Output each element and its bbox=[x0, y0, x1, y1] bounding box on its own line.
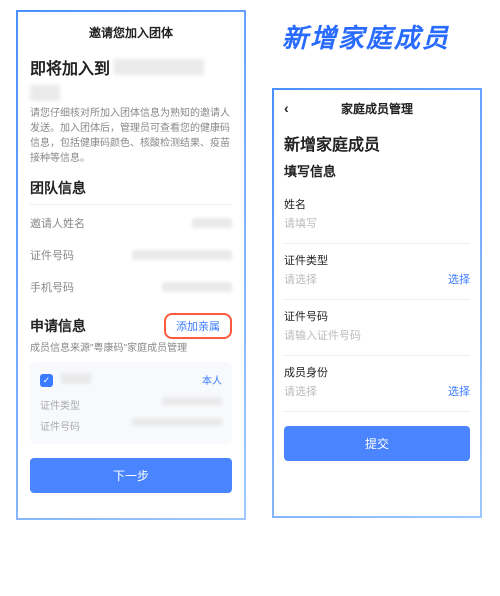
member-name-wrap: ✓ bbox=[40, 370, 91, 388]
member-idtype-blurred bbox=[162, 397, 222, 405]
role-field[interactable]: 成员身份 请选择 选择 bbox=[284, 358, 470, 409]
divider bbox=[284, 355, 470, 356]
join-prefix: 即将加入到 bbox=[30, 55, 110, 79]
team-section-title: 团队信息 bbox=[30, 178, 232, 198]
divider bbox=[284, 299, 470, 300]
member-card[interactable]: ✓ 本人 证件类型 证件号码 bbox=[30, 362, 232, 444]
role-placeholder: 请选择 bbox=[284, 383, 470, 399]
join-target-blurred-2 bbox=[30, 85, 60, 101]
join-target-blurred bbox=[114, 59, 204, 75]
idnum-form-label: 证件号码 bbox=[284, 308, 470, 324]
member-idnum-row: 证件号码 bbox=[40, 415, 222, 436]
member-idnum-label: 证件号码 bbox=[40, 418, 80, 433]
divider bbox=[284, 411, 470, 412]
member-idtype-row: 证件类型 bbox=[40, 394, 222, 415]
idnum-placeholder: 请输入证件号码 bbox=[284, 327, 470, 343]
idtype-select-button[interactable]: 选择 bbox=[448, 271, 470, 287]
phone-value-blurred bbox=[162, 282, 232, 292]
apply-section-title: 申请信息 bbox=[30, 316, 86, 336]
member-name-blurred bbox=[61, 373, 91, 384]
join-heading-line2 bbox=[30, 83, 232, 106]
inviter-value-blurred bbox=[192, 218, 232, 228]
header-text-right: 家庭成员管理 bbox=[341, 102, 413, 116]
form-title: 新增家庭成员 bbox=[284, 131, 470, 155]
form-subtitle: 填写信息 bbox=[284, 161, 470, 180]
divider bbox=[284, 243, 470, 244]
self-tag: 本人 bbox=[202, 372, 222, 387]
name-field[interactable]: 姓名 请填写 bbox=[284, 190, 470, 241]
invite-description: 请您仔细核对所加入团体信息为熟知的邀请人发送。加入团体后，管理员可查看您的健康码… bbox=[30, 106, 232, 166]
add-relative-button[interactable]: 添加亲属 bbox=[164, 313, 232, 339]
member-idnum-blurred bbox=[132, 418, 222, 426]
idtype-placeholder: 请选择 bbox=[284, 271, 470, 287]
inviter-row: 邀请人姓名 bbox=[30, 207, 232, 239]
member-idtype-label: 证件类型 bbox=[40, 397, 80, 412]
inviter-label: 邀请人姓名 bbox=[30, 215, 85, 231]
member-checkbox[interactable]: ✓ bbox=[40, 374, 53, 387]
divider bbox=[30, 204, 232, 205]
idnum-field[interactable]: 证件号码 请输入证件号码 bbox=[284, 302, 470, 353]
idnum-value-blurred bbox=[132, 250, 232, 260]
name-placeholder: 请填写 bbox=[284, 215, 470, 231]
annotation-title: 新增家庭成员 bbox=[282, 18, 450, 55]
idnum-label: 证件号码 bbox=[30, 247, 74, 263]
invite-screen: 邀请您加入团体 即将加入到 请您仔细核对所加入团体信息为熟知的邀请人发送。加入团… bbox=[16, 10, 246, 520]
apply-subtitle: 成员信息来源"粤康码"家庭成员管理 bbox=[30, 339, 232, 354]
join-heading: 即将加入到 bbox=[30, 55, 232, 79]
name-label: 姓名 bbox=[284, 196, 470, 212]
page-title-left: 邀请您加入团体 bbox=[30, 22, 232, 49]
idtype-field[interactable]: 证件类型 请选择 选择 bbox=[284, 246, 470, 297]
submit-button[interactable]: 提交 bbox=[284, 426, 470, 461]
add-member-screen: ‹ 家庭成员管理 新增家庭成员 填写信息 姓名 请填写 证件类型 请选择 选择 … bbox=[272, 88, 482, 518]
back-icon[interactable]: ‹ bbox=[284, 100, 289, 116]
next-button[interactable]: 下一步 bbox=[30, 458, 232, 493]
role-label: 成员身份 bbox=[284, 364, 470, 380]
idnum-row: 证件号码 bbox=[30, 239, 232, 271]
phone-label: 手机号码 bbox=[30, 279, 74, 295]
page-title-right: ‹ 家庭成员管理 bbox=[284, 98, 470, 125]
idtype-label: 证件类型 bbox=[284, 252, 470, 268]
phone-row: 手机号码 bbox=[30, 271, 232, 303]
role-select-button[interactable]: 选择 bbox=[448, 383, 470, 399]
